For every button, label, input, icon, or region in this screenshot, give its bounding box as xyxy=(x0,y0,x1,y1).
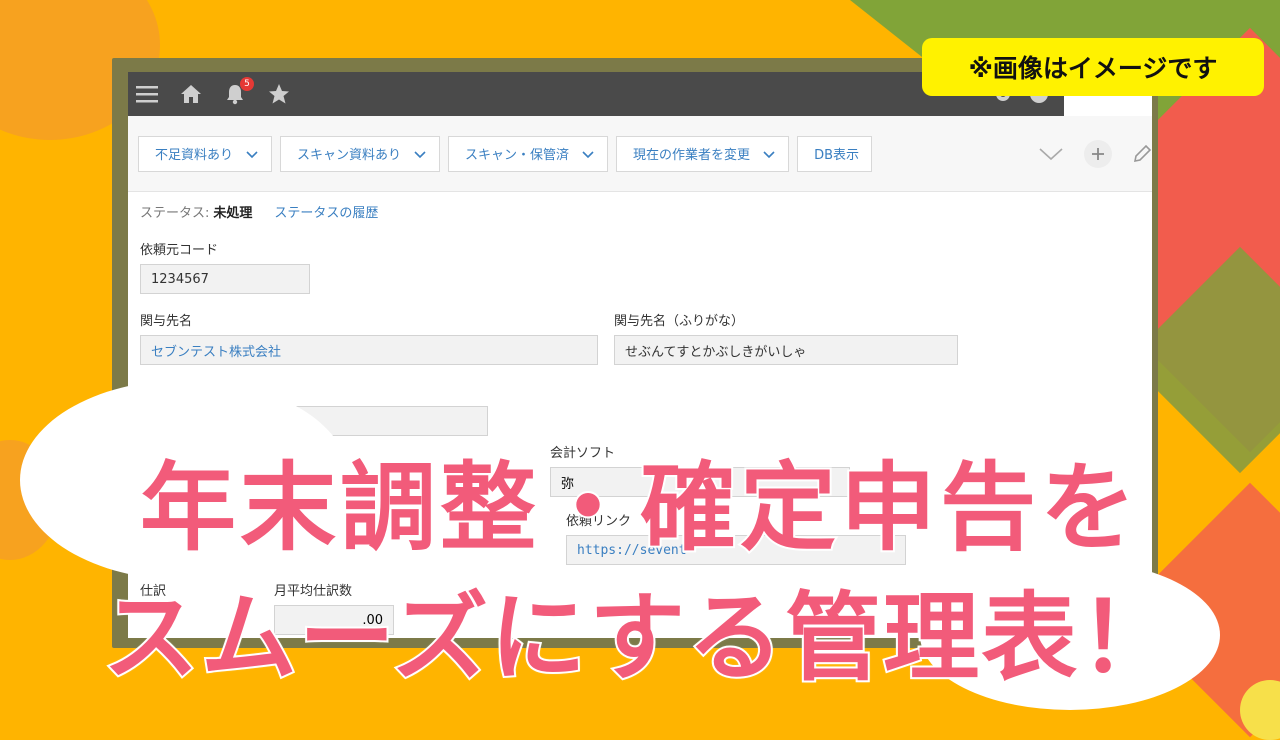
status-line: ステータス: 未処理 ステータスの履歴 xyxy=(140,202,1140,221)
action-toolbar: 不足資料あり スキャン資料あり スキャン・保管済 現在の作業者を変更 DB表示 xyxy=(128,116,1152,192)
expand-chevron-icon[interactable] xyxy=(1038,146,1064,162)
action-button-label: 不足資料あり xyxy=(155,148,234,163)
trade-name-label: 屋号 xyxy=(140,381,1140,400)
chevron-down-icon xyxy=(582,150,594,158)
action-button-missing-docs[interactable]: 不足資料あり xyxy=(138,135,273,172)
party-kana-field[interactable]: せぶんてすとかぶしきがいしゃ xyxy=(614,335,958,365)
add-button[interactable] xyxy=(1084,139,1112,168)
action-button-change-worker[interactable]: 現在の作業者を変更 xyxy=(616,135,790,172)
party-kana-label: 関与先名（ふりがな） xyxy=(614,314,745,329)
headline-line-2: スムーズにする管理表！ xyxy=(101,580,1178,696)
menu-icon[interactable] xyxy=(136,83,158,105)
edit-icon[interactable] xyxy=(1132,144,1152,164)
action-button-label: スキャン資料あり xyxy=(297,148,402,163)
chevron-down-icon xyxy=(246,150,258,158)
chevron-down-icon xyxy=(763,150,775,158)
plus-icon xyxy=(1092,147,1104,160)
status-value: 未処理 xyxy=(213,206,253,221)
bell-icon[interactable]: 5 xyxy=(224,77,254,105)
headline-line-1: 年末調整・確定申告を xyxy=(138,450,1140,566)
client-code-field[interactable]: 1234567 xyxy=(140,264,310,294)
status-label: ステータス: xyxy=(140,206,210,221)
status-history-link[interactable]: ステータスの履歴 xyxy=(274,202,378,221)
action-button-scan-stored[interactable]: スキャン・保管済 xyxy=(448,135,609,172)
home-icon[interactable] xyxy=(180,83,202,105)
action-button-label: スキャン・保管済 xyxy=(465,148,570,163)
action-button-scanned-docs[interactable]: スキャン資料あり xyxy=(280,135,441,172)
party-name-label: 関与先名 xyxy=(140,314,193,329)
chevron-down-icon xyxy=(414,150,426,158)
notification-badge: 5 xyxy=(240,77,254,91)
client-code-label: 依頼元コード xyxy=(140,243,219,258)
action-button-label: 現在の作業者を変更 xyxy=(633,148,751,163)
action-button-label: DB表示 xyxy=(814,148,859,163)
party-name-field[interactable]: セブンテスト株式会社 xyxy=(140,335,598,365)
star-icon[interactable] xyxy=(268,83,290,105)
image-notice-label: ※画像はイメージです xyxy=(922,38,1264,96)
action-button-db-view[interactable]: DB表示 xyxy=(797,135,872,172)
